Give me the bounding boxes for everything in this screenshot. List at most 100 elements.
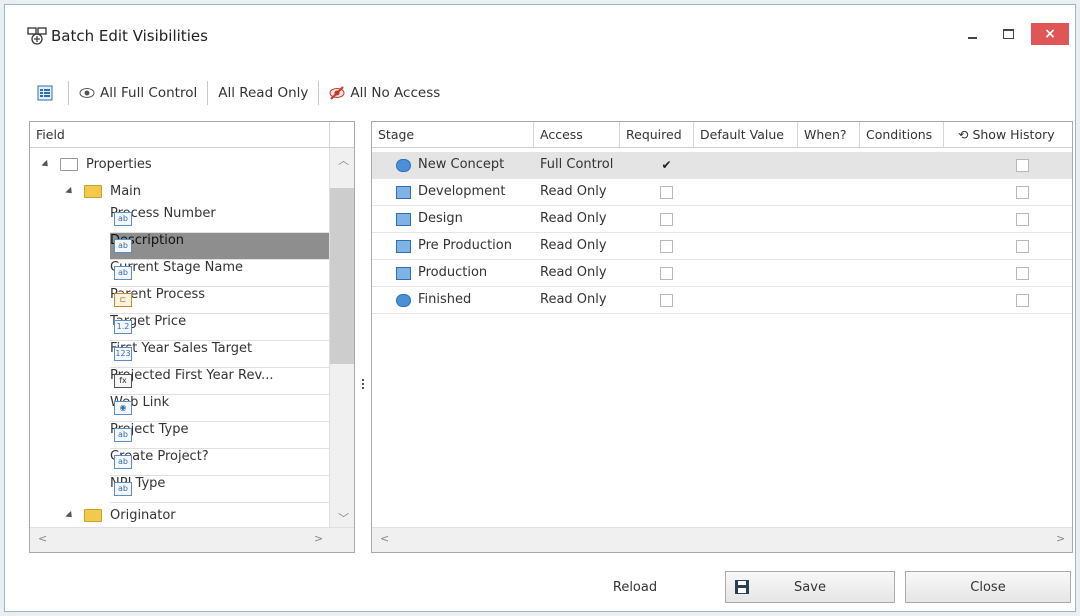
- access-cell[interactable]: Read Only: [534, 287, 620, 314]
- collapse-arrow-icon[interactable]: [65, 510, 75, 521]
- access-cell[interactable]: Read Only: [534, 233, 620, 260]
- field-tree-vertical-scrollbar[interactable]: ︿ ﹀: [329, 148, 354, 530]
- field-item-current-stage-name[interactable]: ab Current Stage Name: [110, 260, 354, 287]
- all-no-access-label: All No Access: [350, 85, 441, 101]
- show-history-column-header[interactable]: ⟲ Show History: [944, 122, 1072, 147]
- scrollbar-thumb[interactable]: [330, 188, 354, 364]
- text-field-icon: ab: [114, 455, 132, 469]
- access-cell[interactable]: Read Only: [534, 179, 620, 206]
- scroll-up-icon[interactable]: ︿: [338, 152, 349, 168]
- text-field-icon: ab: [114, 239, 132, 253]
- toolbar-divider: [68, 81, 69, 105]
- stage-cell: New Concept: [372, 152, 534, 179]
- field-item-projected-first-year-rev[interactable]: fx Projected First Year Rev...: [110, 368, 354, 395]
- required-checkbox[interactable]: ✔: [660, 159, 673, 172]
- scroll-right-icon[interactable]: >: [1056, 532, 1065, 545]
- all-no-access-button[interactable]: All No Access: [323, 79, 446, 107]
- reload-button[interactable]: Reload: [605, 571, 665, 603]
- all-read-only-button[interactable]: All Read Only: [212, 79, 314, 107]
- stage-name: Production: [418, 265, 488, 280]
- field-tree-horizontal-scrollbar[interactable]: < >: [30, 527, 354, 552]
- stage-row-new-concept[interactable]: New Concept Full Control ✔: [372, 152, 1072, 179]
- stage-row-finished[interactable]: Finished Read Only: [372, 287, 1072, 314]
- field-item-target-price[interactable]: 1.2 Target Price: [110, 314, 354, 341]
- tree-node-originator[interactable]: Originator: [30, 503, 330, 530]
- maximize-button[interactable]: [995, 23, 1021, 45]
- scroll-right-icon[interactable]: >: [314, 532, 323, 545]
- scroll-left-icon[interactable]: <: [380, 532, 389, 545]
- stage-name: Finished: [418, 292, 472, 307]
- required-checkbox[interactable]: [660, 213, 673, 226]
- tree-node-properties[interactable]: Properties: [30, 152, 330, 179]
- required-checkbox[interactable]: [660, 294, 673, 307]
- collapse-arrow-icon[interactable]: [65, 186, 75, 197]
- field-label: Projected First Year Rev...: [110, 368, 274, 383]
- window-title: Batch Edit Visibilities: [51, 27, 208, 45]
- conditions-column-header[interactable]: Conditions: [860, 122, 944, 147]
- show-history-checkbox[interactable]: [1016, 267, 1029, 280]
- row-rest: [620, 233, 1072, 260]
- row-rest: [620, 179, 1072, 206]
- title-bar: Batch Edit Visibilities ×: [5, 5, 1075, 59]
- field-column-header[interactable]: Field: [30, 122, 330, 147]
- row-rest: [620, 287, 1072, 314]
- folder-icon: [84, 509, 102, 522]
- default-value-column-header[interactable]: Default Value: [694, 122, 798, 147]
- field-item-description[interactable]: ab Description: [110, 233, 354, 260]
- show-history-checkbox[interactable]: [1016, 240, 1029, 253]
- minimize-button[interactable]: [959, 23, 985, 45]
- field-list-button[interactable]: [31, 79, 64, 107]
- show-history-checkbox[interactable]: [1016, 159, 1029, 172]
- stage-column-header[interactable]: Stage: [372, 122, 534, 147]
- tree-node-main[interactable]: Main: [30, 179, 330, 206]
- field-item-web-link[interactable]: ◉ Web Link: [110, 395, 354, 422]
- text-field-icon: ab: [114, 212, 132, 226]
- scroll-down-icon[interactable]: ﹀: [338, 510, 349, 526]
- required-checkbox[interactable]: [660, 267, 673, 280]
- stage-cell: Development: [372, 179, 534, 206]
- stage-grid-horizontal-scrollbar[interactable]: < >: [372, 527, 1072, 552]
- required-checkbox[interactable]: [660, 240, 673, 253]
- stage-row-pre-production[interactable]: Pre Production Read Only: [372, 233, 1072, 260]
- eye-icon: [79, 88, 95, 98]
- close-icon: ×: [1044, 26, 1056, 42]
- all-full-control-button[interactable]: All Full Control: [73, 79, 203, 107]
- collapse-arrow-icon[interactable]: [41, 159, 51, 170]
- save-label: Save: [794, 579, 826, 595]
- field-tree-panel: Field Properties Main ab Process Number …: [29, 121, 355, 553]
- show-history-checkbox[interactable]: [1016, 294, 1029, 307]
- when-column-header[interactable]: When?: [798, 122, 860, 147]
- field-tree-header: Field: [30, 122, 354, 148]
- toolbar-divider: [207, 81, 209, 105]
- stage-row-development[interactable]: Development Read Only: [372, 179, 1072, 206]
- required-column-header[interactable]: Required: [620, 122, 694, 147]
- access-column-header[interactable]: Access: [534, 122, 620, 147]
- toolbar: All Full Control All Read Only All No Ac…: [31, 79, 446, 107]
- folder-icon: [60, 158, 78, 171]
- tree-node-label: Main: [110, 184, 142, 199]
- row-rest: [620, 260, 1072, 287]
- scroll-left-icon[interactable]: <: [38, 532, 47, 545]
- access-cell[interactable]: Read Only: [534, 206, 620, 233]
- access-cell[interactable]: Read Only: [534, 260, 620, 287]
- close-button[interactable]: Close: [905, 571, 1071, 603]
- field-item-npi-type[interactable]: ab NPI Type: [110, 476, 354, 503]
- panel-splitter[interactable]: [362, 377, 365, 399]
- show-history-checkbox[interactable]: [1016, 213, 1029, 226]
- show-history-checkbox[interactable]: [1016, 186, 1029, 199]
- field-item-parent-process[interactable]: ⊏ Parent Process: [110, 287, 354, 314]
- field-item-process-number[interactable]: ab Process Number: [110, 206, 354, 233]
- required-checkbox[interactable]: [660, 186, 673, 199]
- stage-row-production[interactable]: Production Read Only: [372, 260, 1072, 287]
- save-icon: [735, 580, 749, 594]
- close-window-button[interactable]: ×: [1031, 23, 1069, 45]
- stage-rect-icon: [396, 186, 411, 199]
- field-item-project-type[interactable]: ab Project Type: [110, 422, 354, 449]
- integer-field-icon: 123: [114, 347, 132, 361]
- field-item-create-project[interactable]: ab Create Project?: [110, 449, 354, 476]
- stage-row-design[interactable]: Design Read Only: [372, 206, 1072, 233]
- batch-edit-icon: [27, 27, 47, 45]
- access-cell[interactable]: Full Control: [534, 152, 620, 179]
- field-item-first-year-sales-target[interactable]: 123 First Year Sales Target: [110, 341, 354, 368]
- save-button[interactable]: Save: [725, 571, 895, 603]
